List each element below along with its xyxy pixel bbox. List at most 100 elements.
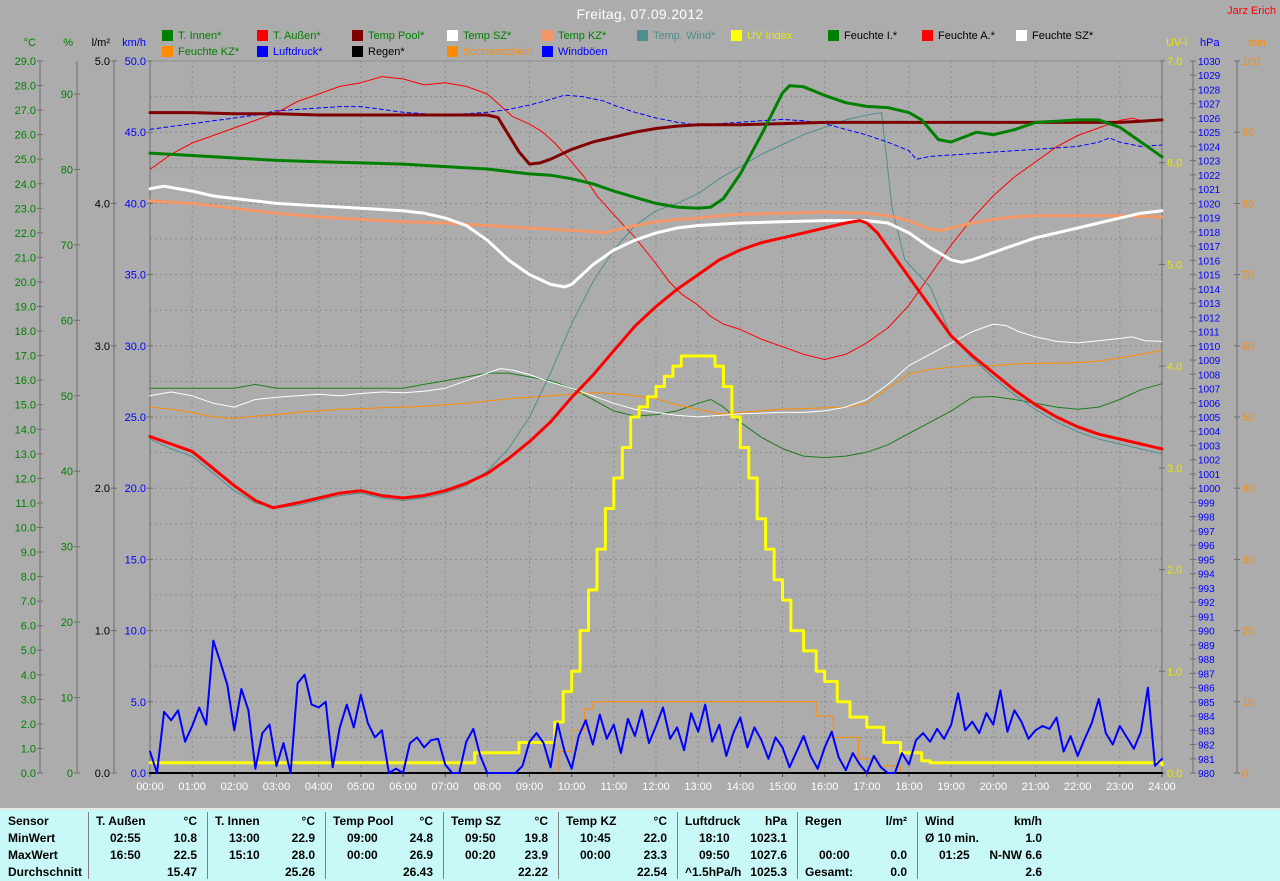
- table-cell-value: 22.9: [291, 831, 315, 845]
- axis-tick-label-hpa: 993: [1198, 584, 1215, 595]
- axis-tick-label-c: 18.0: [15, 326, 36, 338]
- axis-unit-uv: UV-I: [1166, 37, 1187, 49]
- axis-tick-label-c: 19.0: [15, 302, 36, 314]
- axis-tick-label-pct: 30: [61, 542, 73, 554]
- table-col-name: Temp Pool: [333, 814, 394, 828]
- axis-tick-label-minu: 100: [1242, 56, 1260, 68]
- axis-tick-label-minu: 90: [1242, 127, 1254, 139]
- axis-tick-label-kmh: 40.0: [125, 198, 146, 210]
- table-cell-value: 1027.6: [750, 848, 787, 862]
- axis-tick-label-minu: 0: [1242, 768, 1248, 780]
- axis-tick-label-c: 15.0: [15, 400, 36, 412]
- axis-tick-label-hpa: 1029: [1198, 71, 1221, 82]
- axis-tick-label-c: 22.0: [15, 228, 36, 240]
- axis-tick-label-hpa: 982: [1198, 741, 1215, 752]
- axis-tick-label-hpa: 1004: [1198, 427, 1221, 438]
- axis-tick-label-c: 26.0: [15, 130, 36, 142]
- x-tick-label: 01:00: [178, 781, 206, 793]
- axis-tick-label-uv: 4.0: [1167, 361, 1182, 373]
- axis-tick-label-hpa: 1023: [1198, 157, 1221, 168]
- axis-tick-label-c: 17.0: [15, 351, 36, 363]
- axis-tick-label-c: 25.0: [15, 154, 36, 166]
- axis-tick-label-hpa: 981: [1198, 755, 1215, 766]
- table-cell-temp-pool: 09:00 24.8: [325, 831, 443, 846]
- x-tick-label: 09:00: [516, 781, 544, 793]
- axis-tick-label-lm2: 2.0: [95, 483, 110, 495]
- x-tick-label: 22:00: [1064, 781, 1092, 793]
- axis-tick-label-hpa: 1021: [1198, 185, 1221, 196]
- table-cell-temp-pool: 26.43: [325, 865, 443, 880]
- axis-tick-label-hpa: 983: [1198, 726, 1215, 737]
- axis-tick-label-c: 2.0: [21, 719, 36, 731]
- axis-unit-minu: min: [1248, 37, 1266, 49]
- table-col-header-temp-pool: Temp Pool °C: [325, 814, 443, 829]
- axis-tick-label-kmh: 35.0: [125, 270, 146, 282]
- axis-tick-label-hpa: 1009: [1198, 356, 1221, 367]
- x-tick-label: 23:00: [1106, 781, 1134, 793]
- axis-tick-label-hpa: 1027: [1198, 100, 1221, 111]
- table-cell-time: 16:50: [110, 848, 141, 862]
- table-cell-time: Ø 10 min.: [925, 831, 980, 845]
- table-cell-t-innen: 15:10 28.0: [207, 848, 325, 863]
- axis-tick-label-hpa: 1013: [1198, 299, 1221, 310]
- axis-tick-label-kmh: 25.0: [125, 412, 146, 424]
- axis-tick-label-c: 4.0: [21, 670, 36, 682]
- table-col-unit: °C: [419, 814, 433, 828]
- axis-tick-label-uv: 6.0: [1167, 158, 1182, 170]
- axis-tick-label-hpa: 996: [1198, 541, 1215, 552]
- axis-tick-label-hpa: 988: [1198, 655, 1215, 666]
- x-tick-label: 13:00: [684, 781, 712, 793]
- table-row-label: MinWert: [8, 831, 56, 845]
- axis-tick-label-c: 7.0: [21, 596, 36, 608]
- axis-tick-label-c: 13.0: [15, 449, 36, 461]
- weather-chart-screen: Freitag, 07.09.2012 Jarz Erich T. Innen*…: [0, 0, 1280, 881]
- x-tick-label: 07:00: [431, 781, 459, 793]
- x-tick-label: 14:00: [727, 781, 755, 793]
- table-col-header-temp-sz: Temp SZ °C: [443, 814, 558, 829]
- table-cell-time: 02:55: [110, 831, 141, 845]
- table-cell-value: 26.43: [402, 865, 433, 879]
- axis-tick-label-c: 16.0: [15, 375, 36, 387]
- x-tick-label: 02:00: [221, 781, 249, 793]
- table-cell-value: 28.0: [291, 848, 315, 862]
- table-row-label: Sensor: [8, 814, 49, 828]
- table-cell-time: 13:00: [229, 831, 260, 845]
- axis-tick-label-hpa: 989: [1198, 641, 1215, 652]
- x-tick-label: 24:00: [1148, 781, 1176, 793]
- table-col-unit: °C: [183, 814, 197, 828]
- axis-tick-label-hpa: 1026: [1198, 114, 1221, 125]
- table-col-unit: l/m²: [885, 814, 907, 828]
- table-cell-time: 00:20: [465, 848, 496, 862]
- x-tick-label: 05:00: [347, 781, 375, 793]
- axis-tick-label-minu: 30: [1242, 554, 1254, 566]
- axis-tick-label-pct: 40: [61, 466, 73, 478]
- axis-tick-label-minu: 20: [1242, 626, 1254, 638]
- axis-tick-label-hpa: 994: [1198, 570, 1215, 581]
- table-cell-temp-kz: 00:00 23.3: [558, 848, 677, 863]
- table-cell-value: 23.3: [643, 848, 667, 862]
- table-cell-wind: Ø 10 min. 1.0: [917, 831, 1052, 846]
- table-cell-wind: 01:25 N-NW 6.6: [917, 848, 1052, 863]
- table-cell-time: 18:10: [699, 831, 730, 845]
- table-cell-temp-kz: 22.54: [558, 865, 677, 880]
- table-cell-time: 00:00: [580, 848, 611, 862]
- axis-tick-label-pct: 90: [61, 89, 73, 101]
- table-cell-temp-sz: 00:20 23.9: [443, 848, 558, 863]
- table-col-name: Wind: [925, 814, 955, 828]
- table-cell-temp-sz: 22.22: [443, 865, 558, 880]
- axis-unit-pct: %: [63, 37, 73, 49]
- table-cell-time: 01:25: [939, 848, 970, 862]
- table-cell-value: 0.0: [890, 865, 907, 879]
- table-col-name: T. Außen: [96, 814, 146, 828]
- axis-tick-label-hpa: 1003: [1198, 441, 1221, 452]
- axis-tick-label-hpa: 1012: [1198, 313, 1221, 324]
- axis-tick-label-hpa: 1010: [1198, 342, 1221, 353]
- axis-tick-label-minu: 60: [1242, 341, 1254, 353]
- x-tick-label: 03:00: [263, 781, 291, 793]
- axis-tick-label-hpa: 1022: [1198, 171, 1221, 182]
- table-cell-t-au-en: 15.47: [88, 865, 207, 880]
- axis-tick-label-pct: 70: [61, 240, 73, 252]
- table-cell-time: [88, 865, 110, 879]
- table-cell-time: 09:00: [347, 831, 378, 845]
- table-col-unit: hPa: [764, 814, 787, 828]
